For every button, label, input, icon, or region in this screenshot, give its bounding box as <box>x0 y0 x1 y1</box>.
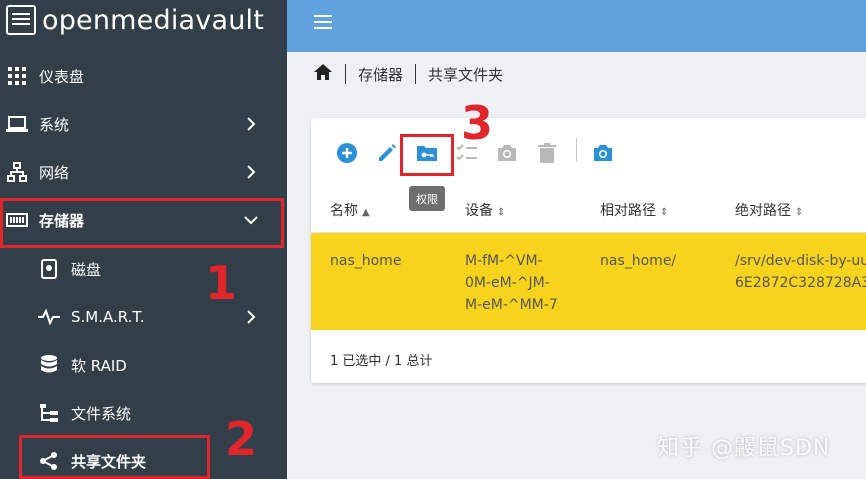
menu-icon[interactable] <box>314 15 332 29</box>
sidebar-item-label: 仪表盘 <box>39 67 85 86</box>
laptop-icon <box>6 113 28 135</box>
column-header-device[interactable]: 设备 ⇕ <box>465 200 505 220</box>
sidebar-item-label: S.M.A.R.T. <box>71 308 145 326</box>
app-title: openmediavault <box>42 4 265 36</box>
add-button[interactable] <box>334 140 360 166</box>
sidebar-item-label: 网络 <box>39 163 70 182</box>
sidebar-item-label: 文件系统 <box>71 404 132 423</box>
app-logo[interactable]: openmediavault <box>0 0 287 40</box>
breadcrumb: 存储器 共享文件夹 <box>313 62 503 86</box>
breadcrumb-item-shared-folders: 共享文件夹 <box>428 65 504 84</box>
column-header-relative-path[interactable]: 相对路径 ⇕ <box>600 200 668 220</box>
sidebar-item-dashboard[interactable]: 仪表盘 <box>0 52 287 100</box>
sidebar-item-software-raid[interactable]: 软 RAID <box>0 341 287 389</box>
chevron-right-icon <box>241 162 261 182</box>
table-row[interactable]: nas_home M-fM-^VM- 0M-eM-^JM- M-eM-^MM-7… <box>311 233 866 330</box>
shared-folders-card: 名称 ▲ 设备 ⇕ 相对路径 ⇕ 绝对路径 ⇕ nas_home M-fM-^VM- 0… <box>311 118 866 383</box>
cell-device: M-fM-^VM- 0M-eM-^JM- M-eM-^MM-7 <box>465 253 558 313</box>
selection-summary: 1 已选中 / 1 总计 <box>330 354 433 369</box>
column-header-name[interactable]: 名称 ▲ <box>330 200 370 220</box>
delete-button[interactable] <box>534 140 560 166</box>
database-icon <box>38 354 60 376</box>
sidebar-item-system[interactable]: 系统 <box>0 100 287 148</box>
breadcrumb-separator <box>415 64 417 84</box>
sidebar-item-label: 系统 <box>39 115 70 134</box>
sort-icon: ⇕ <box>795 207 804 218</box>
dashboard-grid-icon <box>6 65 28 87</box>
home-icon[interactable] <box>313 63 333 85</box>
sidebar-item-disks[interactable]: 磁盘 <box>0 245 287 293</box>
toolbar-divider <box>576 138 577 162</box>
sort-icon: ⇕ <box>497 207 506 218</box>
annotation-box-permissions <box>400 134 454 176</box>
breadcrumb-separator <box>345 64 346 84</box>
top-bar <box>287 0 866 52</box>
openmediavault-logo-icon <box>6 5 36 35</box>
disk-icon <box>38 258 60 280</box>
sidebar-item-network[interactable]: 网络 <box>0 148 287 196</box>
cell-name: nas_home <box>330 253 402 269</box>
cell-absolute-path: /srv/dev-disk-by-uu 6E2872C328728A3 <box>735 253 866 291</box>
snapshots-button[interactable] <box>590 140 616 166</box>
sort-asc-icon: ▲ <box>362 207 370 218</box>
chevron-right-icon <box>241 307 261 327</box>
annotation-number-2: 2 <box>225 412 258 466</box>
toolbar <box>311 118 866 184</box>
column-header-absolute-path[interactable]: 绝对路径 ⇕ <box>735 200 803 220</box>
annotation-box-storage <box>0 198 284 248</box>
sidebar-item-smart[interactable]: S.M.A.R.T. <box>0 293 287 341</box>
edit-button[interactable] <box>374 140 400 166</box>
sidebar-item-label: 软 RAID <box>71 356 127 375</box>
file-tree-icon <box>38 402 60 424</box>
network-icon <box>6 161 28 183</box>
annotation-box-shared-folders <box>19 435 210 479</box>
watermark: 知乎 @鼹鼠SDN <box>657 436 831 461</box>
table-header: 名称 ▲ 设备 ⇕ 相对路径 ⇕ 绝对路径 ⇕ <box>311 184 866 233</box>
annotation-number-1: 1 <box>205 256 238 310</box>
sort-icon: ⇕ <box>660 207 669 218</box>
breadcrumb-item-storage[interactable]: 存储器 <box>358 64 403 85</box>
sidebar-item-label: 磁盘 <box>71 260 102 279</box>
annotation-number-3: 3 <box>461 96 494 150</box>
snapshot-button[interactable] <box>494 140 520 166</box>
cell-relative-path: nas_home/ <box>600 253 677 269</box>
permissions-tooltip: 权限 <box>409 186 445 211</box>
pulse-icon <box>38 306 60 328</box>
chevron-right-icon <box>241 114 261 134</box>
